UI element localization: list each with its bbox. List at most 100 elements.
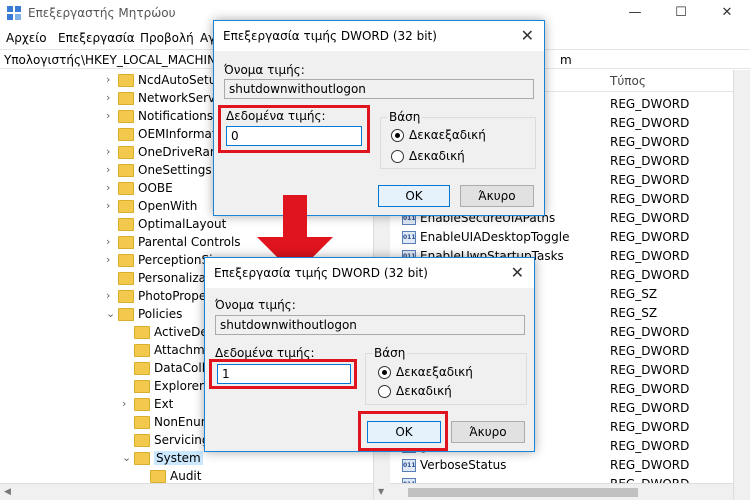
folder-icon bbox=[118, 164, 134, 177]
chevron-right-icon[interactable]: › bbox=[106, 199, 116, 212]
tree-node-label: Policies bbox=[138, 307, 183, 321]
value-type: REG_SZ bbox=[610, 306, 658, 320]
folder-icon bbox=[134, 398, 150, 411]
column-type-header[interactable]: Τύπος bbox=[610, 70, 646, 92]
chevron-right-icon[interactable]: › bbox=[106, 109, 116, 122]
value-name: EnableUIADesktopToggle bbox=[420, 230, 570, 244]
cancel-button[interactable]: Άκυρο bbox=[451, 421, 525, 443]
tree-node-label: System bbox=[154, 451, 203, 465]
cancel-button[interactable]: Άκυρο bbox=[460, 185, 534, 207]
folder-icon bbox=[118, 146, 134, 159]
radio-selected-icon[interactable] bbox=[391, 129, 404, 142]
chevron-right-icon[interactable]: › bbox=[106, 91, 116, 104]
tree-node-label: Audit bbox=[170, 469, 202, 483]
folder-icon bbox=[118, 92, 134, 105]
folder-icon bbox=[134, 416, 150, 429]
value-name-field: shutdownwithoutlogon bbox=[215, 315, 525, 335]
chevron-right-icon[interactable]: › bbox=[106, 145, 116, 158]
value-type: REG_DWORD bbox=[610, 268, 690, 282]
value-type: REG_SZ bbox=[610, 287, 658, 301]
highlight-box bbox=[218, 105, 370, 153]
chevron-right-icon[interactable]: › bbox=[106, 163, 116, 176]
maximize-button[interactable]: ☐ bbox=[658, 0, 704, 26]
folder-icon bbox=[118, 218, 134, 231]
tree-node-label: Ext bbox=[154, 397, 174, 411]
folder-icon bbox=[118, 128, 134, 141]
values-horizontal-scrollbar[interactable] bbox=[390, 483, 733, 500]
menu-file[interactable]: Αρχείο bbox=[6, 31, 47, 45]
tree-horizontal-scrollbar[interactable]: ◀ bbox=[0, 483, 373, 500]
folder-icon bbox=[118, 200, 134, 213]
dword-value-icon: 011 bbox=[402, 459, 416, 472]
minimize-button[interactable]: — bbox=[612, 0, 658, 26]
value-type: REG_DWORD bbox=[610, 363, 690, 377]
chevron-right-icon[interactable]: › bbox=[106, 253, 116, 266]
folder-icon bbox=[118, 254, 134, 267]
value-type: REG_DWORD bbox=[610, 420, 690, 434]
base-group: Βάση Δεκαεξαδική Δεκαδική bbox=[365, 346, 527, 405]
values-vertical-scrollbar[interactable] bbox=[733, 70, 750, 500]
chevron-right-icon[interactable]: › bbox=[122, 397, 132, 410]
folder-icon bbox=[134, 380, 150, 393]
tree-node-label: Explorer bbox=[154, 379, 204, 393]
folder-icon bbox=[134, 362, 150, 375]
chevron-right-icon[interactable]: › bbox=[106, 235, 116, 248]
dialog-close-icon[interactable]: ✕ bbox=[521, 26, 534, 45]
tree-node-label: Servicing bbox=[154, 433, 210, 447]
scroll-down-icon[interactable]: ▼ bbox=[378, 487, 384, 496]
value-name-label: Όνομα τιμής: bbox=[215, 298, 296, 312]
folder-icon bbox=[118, 74, 134, 87]
chevron-down-icon[interactable]: ⌄ bbox=[106, 307, 116, 320]
chevron-right-icon[interactable]: › bbox=[106, 181, 116, 194]
folder-icon bbox=[134, 452, 150, 465]
value-row[interactable]: 011 EnableUIADesktopToggle REG_DWORD bbox=[390, 228, 733, 247]
values-scroll-thumb[interactable] bbox=[408, 488, 638, 497]
value-type: REG_DWORD bbox=[610, 173, 690, 187]
chevron-right-icon[interactable]: › bbox=[106, 73, 116, 86]
dialog-close-icon[interactable]: ✕ bbox=[511, 263, 524, 282]
value-type: REG_DWORD bbox=[610, 401, 690, 415]
folder-icon bbox=[118, 110, 134, 123]
value-type: REG_DWORD bbox=[610, 439, 690, 453]
dialog-title: Επεξεργασία τιμής DWORD (32 bit) bbox=[214, 266, 428, 280]
value-type: REG_DWORD bbox=[610, 97, 690, 111]
tree-node-label: Personalizati bbox=[138, 271, 215, 285]
value-type: REG_DWORD bbox=[610, 230, 690, 244]
tree-node-label: NcdAutoSetup bbox=[138, 73, 224, 87]
chevron-down-icon[interactable]: ⌄ bbox=[122, 451, 132, 464]
folder-icon bbox=[134, 326, 150, 339]
folder-icon bbox=[118, 308, 134, 321]
value-type: REG_DWORD bbox=[610, 325, 690, 339]
dialog-title-bar: Επεξεργασία τιμής DWORD (32 bit) ✕ bbox=[214, 21, 544, 51]
base-group: Βάση Δεκαεξαδική Δεκαδική bbox=[380, 110, 536, 169]
base-group-title: Βάση bbox=[372, 346, 408, 360]
address-path: Υπολογιστής\HKEY_LOCAL_MACHINE\ bbox=[4, 53, 228, 67]
tree-node-label: OneSettings bbox=[138, 163, 212, 177]
tree-node-label: OOBE bbox=[138, 181, 173, 195]
tree-node-label: Parental Controls bbox=[138, 235, 241, 249]
address-path-end: m bbox=[560, 53, 572, 67]
dword-value-icon: 011 bbox=[402, 231, 416, 244]
chevron-right-icon[interactable]: › bbox=[106, 289, 116, 302]
value-name-label: Όνομα τιμής: bbox=[224, 63, 305, 77]
value-name-field: shutdownwithoutlogon bbox=[224, 79, 534, 99]
highlight-box bbox=[209, 359, 357, 389]
scroll-left-icon[interactable]: ◀ bbox=[4, 487, 11, 497]
menu-edit[interactable]: Επεξεργασία bbox=[58, 31, 135, 45]
close-button[interactable]: ✕ bbox=[704, 0, 750, 26]
radio-selected-icon[interactable] bbox=[378, 366, 391, 379]
highlight-box bbox=[358, 411, 448, 451]
value-data-label: Δεδομένα τιμής: bbox=[215, 346, 315, 360]
dialog-title-bar: Επεξεργασία τιμής DWORD (32 bit) ✕ bbox=[205, 258, 534, 288]
window-title: Επεξεργαστής Μητρώου bbox=[28, 6, 176, 20]
tree-node-label: PhotoProper bbox=[138, 289, 212, 303]
ok-button[interactable]: ΟΚ bbox=[378, 185, 450, 207]
radio-unselected-icon[interactable] bbox=[391, 150, 404, 163]
value-row[interactable]: 011 VerboseStatus REG_DWORD bbox=[390, 456, 733, 475]
menu-view[interactable]: Προβολή bbox=[140, 31, 194, 45]
radio-unselected-icon[interactable] bbox=[378, 385, 391, 398]
tree-node-label: Notifications bbox=[138, 109, 214, 123]
tree-node-label: OptimalLayout bbox=[138, 217, 227, 231]
value-type: REG_DWORD bbox=[610, 135, 690, 149]
folder-icon bbox=[118, 236, 134, 249]
